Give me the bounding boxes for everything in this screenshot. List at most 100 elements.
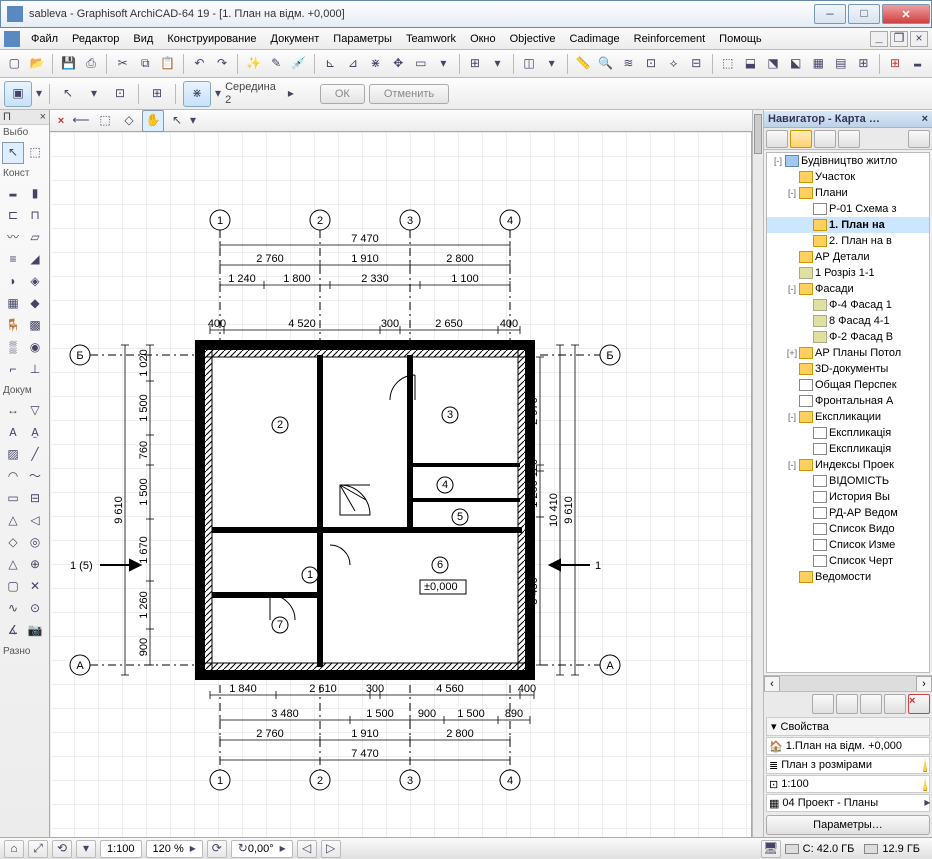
cancel-button[interactable]: Отменить	[369, 84, 449, 104]
cut-icon[interactable]: ✂	[112, 53, 133, 75]
tree-item[interactable]: [-]Фасади	[767, 281, 929, 297]
nav-tab-project[interactable]	[766, 130, 788, 148]
door-tool-icon[interactable]: ⊏	[2, 205, 24, 227]
save-icon[interactable]: 💾	[58, 53, 79, 75]
shell-tool-icon[interactable]: ◗	[2, 271, 24, 293]
tree-item[interactable]: Р-01 Схема з	[767, 201, 929, 217]
toolbox-close-icon[interactable]: ×	[40, 111, 46, 123]
zone-tool-icon[interactable]: ▩	[24, 315, 46, 337]
snap-mode-2-icon[interactable]: ⊿	[343, 53, 364, 75]
tree-item[interactable]: РД-АР Ведом	[767, 505, 929, 521]
tab-select-rect-icon[interactable]: ⬚	[94, 110, 116, 132]
section-tool-icon[interactable]: ⊟	[24, 488, 46, 510]
mdi-close-button[interactable]: ×	[910, 31, 928, 47]
figure-tool-icon[interactable]: ▢	[2, 576, 24, 598]
end-tool-icon[interactable]: ⊥	[24, 359, 46, 381]
nav-settings-icon[interactable]	[884, 694, 906, 714]
properties-header[interactable]: ▾Свойства	[766, 717, 930, 736]
tab-nav-icon[interactable]: ⟵	[70, 110, 92, 132]
grid-dropdown-icon[interactable]: ▾	[487, 53, 508, 75]
menu-конструирование[interactable]: Конструирование	[160, 31, 263, 47]
line-tool-icon[interactable]: ╱	[24, 444, 46, 466]
menu-вид[interactable]: Вид	[126, 31, 160, 47]
grid-toggle-icon[interactable]: ⊞	[465, 53, 486, 75]
tree-item[interactable]: Фронтальная А	[767, 393, 929, 409]
tree-item[interactable]: [-]Индексы Проек	[767, 457, 929, 473]
tree-item[interactable]: Список Изме	[767, 537, 929, 553]
nav-tab-layout[interactable]	[814, 130, 836, 148]
tab-cursor-icon[interactable]: ↖	[166, 110, 188, 132]
magic-wand-icon[interactable]: ✨	[243, 53, 264, 75]
polyline-tool-icon[interactable]: 〜	[24, 466, 46, 488]
tree-item[interactable]: История Вы	[767, 489, 929, 505]
zoom-fit-icon[interactable]: ⤢	[28, 840, 48, 858]
close-button[interactable]: ✕	[882, 4, 930, 24]
tree-item[interactable]: [-]Будівництво житло	[767, 153, 929, 169]
menu-objective[interactable]: Objective	[503, 31, 563, 47]
elevation-view-icon[interactable]: ⬔	[763, 53, 784, 75]
snap-mode-3-icon[interactable]: ⋇	[365, 53, 386, 75]
ok-button[interactable]: ОК	[320, 84, 365, 104]
tree-item[interactable]: Ф-2 Фасад В	[767, 329, 929, 345]
snap-midpoint-icon[interactable]: ⋇	[183, 81, 211, 107]
skylight-tool-icon[interactable]: ◈	[24, 271, 46, 293]
close-tab-icon[interactable]: ×	[54, 114, 68, 128]
tree-item[interactable]: Експликація	[767, 441, 929, 457]
snap-mode-4-icon[interactable]: ✥	[388, 53, 409, 75]
grid-tool-icon[interactable]: ⊕	[24, 554, 46, 576]
tree-scroll-right-icon[interactable]: ›	[916, 676, 932, 692]
tree-item[interactable]: 1 Розріз 1-1	[767, 265, 929, 281]
tree-scroll-left-icon[interactable]: ‹	[764, 676, 780, 692]
corner-tool-icon[interactable]: ⌐	[2, 359, 24, 381]
worksheet-icon[interactable]: ▦	[808, 53, 829, 75]
drawing-canvas[interactable]: 1234 1234 ББАА	[50, 132, 752, 837]
zoom-display[interactable]: 120 %▸	[146, 840, 203, 858]
spline-tool-icon[interactable]: ∿	[2, 598, 24, 620]
arrow-tool-icon[interactable]: ↖	[2, 142, 24, 164]
cursor-arrow-dd-icon[interactable]: ▾	[83, 83, 105, 105]
cursor-arrow-icon[interactable]: ↖	[57, 83, 79, 105]
organizer-icon[interactable]: ⊞	[853, 53, 874, 75]
orbit-icon[interactable]: ⟳	[207, 840, 227, 858]
angle-display[interactable]: ↻ 0,00°▸	[231, 840, 293, 858]
level-dim-tool-icon[interactable]: ▽	[24, 400, 46, 422]
lamp-tool-icon[interactable]: ◉	[24, 337, 46, 359]
drawing-tool-icon[interactable]: ▭	[2, 488, 24, 510]
prop-scale-input[interactable]	[781, 778, 923, 790]
stair-tool-icon[interactable]: ≡	[2, 249, 24, 271]
menu-окно[interactable]: Окно	[463, 31, 503, 47]
nav-new-folder-icon[interactable]	[812, 694, 834, 714]
interior-tool-icon[interactable]: ◁	[24, 510, 46, 532]
prop-layers-input[interactable]	[781, 759, 923, 771]
story-icon[interactable]: ⊟	[686, 53, 707, 75]
change-tool-icon[interactable]: △	[2, 554, 24, 576]
layer-combo-icon[interactable]: ⊡	[641, 53, 662, 75]
tree-item[interactable]: Експликація	[767, 425, 929, 441]
label-tool-icon[interactable]: A̱	[24, 422, 46, 444]
menu-документ[interactable]: Документ	[264, 31, 327, 47]
menu-teamwork[interactable]: Teamwork	[399, 31, 463, 47]
tree-item[interactable]: [-]Плани	[767, 185, 929, 201]
menu-редактор[interactable]: Редактор	[65, 31, 126, 47]
column-tool-icon[interactable]: ▮	[24, 183, 46, 205]
print-icon[interactable]: ⎙	[81, 53, 102, 75]
morph-tool-icon[interactable]: ◆	[24, 293, 46, 315]
tab-select-poly-icon[interactable]: ◇	[118, 110, 140, 132]
nav-clone-icon[interactable]	[860, 694, 882, 714]
new-file-icon[interactable]: ▢	[4, 53, 25, 75]
mesh-tool-icon[interactable]: ▒	[2, 337, 24, 359]
tree-item[interactable]: 2. План на в	[767, 233, 929, 249]
view-3d-icon[interactable]: ⬚	[718, 53, 739, 75]
status-monitor-icon[interactable]: 🖥	[761, 840, 781, 858]
teamwork-icon[interactable]: ⊞	[885, 53, 906, 75]
find-icon[interactable]: 🔍	[596, 53, 617, 75]
nav-prev-icon[interactable]: ◁	[297, 840, 317, 858]
paste-icon[interactable]: 📋	[158, 53, 179, 75]
nav-delete-icon[interactable]: ×	[908, 694, 930, 714]
panel-handle[interactable]	[754, 114, 762, 154]
tree-item[interactable]: Участок	[767, 169, 929, 185]
play-icon[interactable]: ▸	[280, 83, 302, 105]
ruler-icon[interactable]: ⟡	[663, 53, 684, 75]
tree-item[interactable]: 3D-документы	[767, 361, 929, 377]
worksheet-tool-icon[interactable]: ◇	[2, 532, 24, 554]
